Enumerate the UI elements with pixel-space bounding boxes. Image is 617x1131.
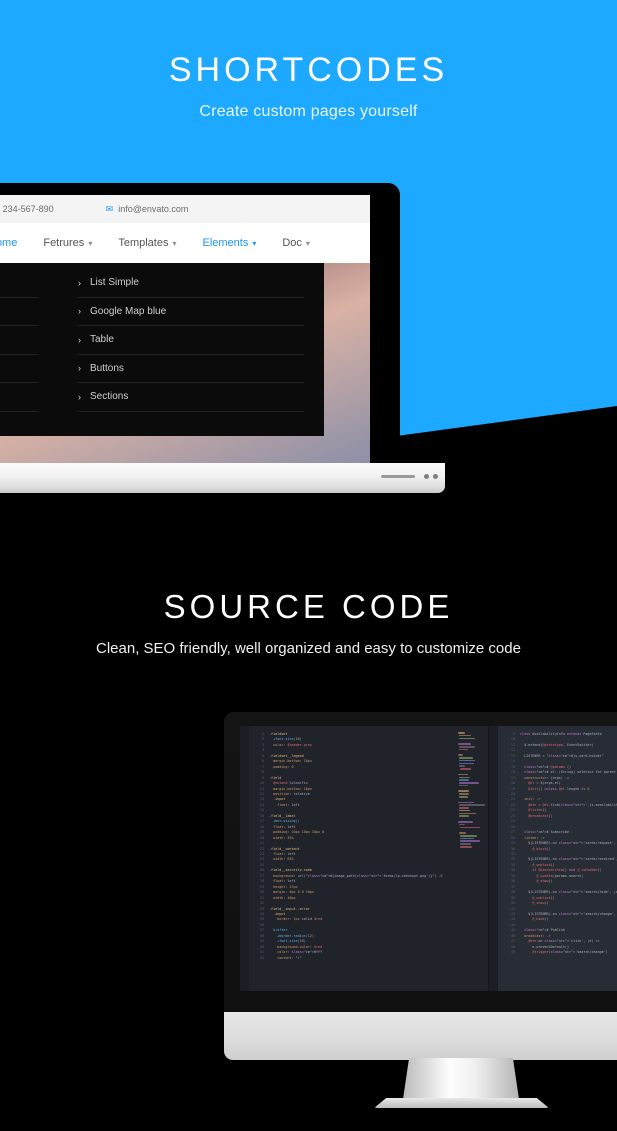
menu-item[interactable]: › Buttons [78,355,304,383]
nav-item-label: Doc [282,237,302,249]
chevron-right-icon: › [78,391,81,402]
coffeescript-source-code: 9 class AvailabilityInfo extends PageStat… [510,732,617,955]
monitor-foot [374,1098,549,1108]
editor-gutter [489,726,498,991]
site-topbar: ☎ +1 234-567-890 ✉ info@envato.com [0,195,370,223]
menu-item[interactable]: › Table [78,326,304,355]
nav-item-home[interactable]: Home [0,237,17,249]
editor-gutter [240,726,249,991]
nav-item-label: Elements [202,237,249,249]
nav-item-elements[interactable]: Elements ▾ [202,237,256,249]
section-title: SOURCE CODE [163,588,454,625]
nav-item-label: Templates [118,237,169,249]
nav-item-label: Fetrures [43,237,85,249]
monitor-chin [224,1012,617,1060]
topbar-phone-text: +1 234-567-890 [0,204,54,214]
elements-megamenu: › Tabs › Google Map Darkgray › Counter N… [0,263,324,436]
editor-pane-left[interactable]: 1 .fieldset 2 +font-size(16) 3 color: $he… [240,726,488,991]
chevron-down-icon: ▾ [88,238,93,248]
chevron-right-icon: › [78,306,81,317]
menu-item[interactable]: › Google Map Darkgray [0,298,38,326]
chevron-down-icon: ▾ [252,238,257,248]
menu-item[interactable]: › Counter Numbers [0,326,38,355]
topbar-email[interactable]: ✉ info@envato.com [106,204,189,214]
scss-source-code: 1 .fieldset 2 +font-size(16) 3 color: $he… [259,732,443,960]
menu-item[interactable]: › Tabs [0,269,38,298]
shortcodes-section: SHORTCODES Create custom pages yourself … [0,0,617,530]
monitor-body: 1 .fieldset 2 +font-size(16) 3 color: $he… [224,712,617,1012]
shortcodes-heading-group: SHORTCODES Create custom pages yourself [0,51,617,121]
menu-item[interactable]: › Sections [78,383,304,412]
nav-item-doc[interactable]: Doc ▾ [282,237,310,249]
laptop-hinge-notch [381,475,415,478]
chevron-down-icon: ▾ [305,238,310,248]
menu-item-label: Google Map blue [90,305,167,317]
desktop-monitor-mockup: 1 .fieldset 2 +font-size(16) 3 color: $he… [224,712,617,1108]
sourcecode-section: SOURCE CODE Clean, SEO friendly, well or… [0,530,617,1131]
chevron-down-icon: ▾ [172,238,177,248]
menu-item[interactable]: › Google Map blue [78,298,304,326]
section-subtitle: Clean, SEO friendly, well organized and … [96,640,521,657]
envelope-icon: ✉ [105,203,114,214]
menu-item[interactable]: › List Simple [78,269,304,298]
megamenu-column-left: › Tabs › Google Map Darkgray › Counter N… [0,269,58,436]
chevron-right-icon: › [78,277,81,288]
menu-item-label: Buttons [90,362,124,374]
menu-item-label: Sections [90,391,129,403]
laptop-indicator-dot [424,474,429,479]
megamenu-column-right: › List Simple › Google Map blue › Table [58,269,324,436]
laptop-lid: ☎ +1 234-567-890 ✉ info@envato.com Home … [0,183,400,466]
nav-item-fetrures[interactable]: Fetrures ▾ [43,237,92,249]
laptop-indicator-dot [433,474,438,479]
editor-minimap[interactable] [458,732,485,852]
page-title: SHORTCODES [168,51,449,89]
topbar-phone[interactable]: ☎ +1 234-567-890 [0,204,54,214]
sourcecode-heading-group: SOURCE CODE Clean, SEO friendly, well or… [0,588,617,657]
menu-item[interactable]: › Popup [0,383,38,412]
chevron-right-icon: › [78,334,81,345]
menu-item[interactable]: › Prices [0,355,38,383]
monitor-screen: 1 .fieldset 2 +font-size(16) 3 color: $he… [240,726,617,991]
page-subtitle: Create custom pages yourself [199,103,418,121]
laptop-screen: ☎ +1 234-567-890 ✉ info@envato.com Home … [0,195,370,463]
laptop-base [0,463,445,493]
nav-item-templates[interactable]: Templates ▾ [118,237,176,249]
menu-item-label: List Simple [90,277,139,289]
topbar-email-text: info@envato.com [118,204,189,214]
laptop-mockup: ☎ +1 234-567-890 ✉ info@envato.com Home … [0,183,455,493]
nav-item-label: Home [0,237,18,249]
chevron-right-icon: › [78,363,81,374]
menu-item-label: Table [90,334,114,346]
editor-pane-right[interactable]: 9 class AvailabilityInfo extends PageStat… [488,726,617,991]
site-navbar: Home Fetrures ▾ Templates ▾ Elements ▾ [0,223,370,263]
